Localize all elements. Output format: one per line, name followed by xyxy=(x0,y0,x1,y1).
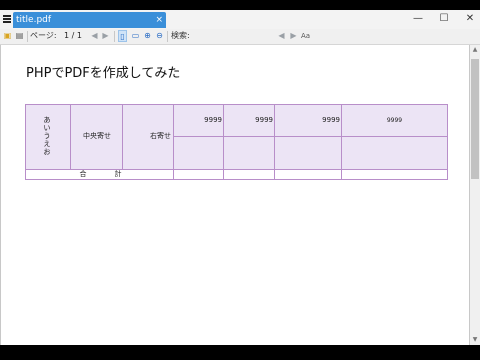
fit-width-icon[interactable]: ▭ xyxy=(131,30,140,42)
pdf-viewer-window: title.pdf × — ☐ ✕ ▣ ▤ ページ: 1 / 1 ◀ ▶ ▯ ▭… xyxy=(0,10,480,345)
maximize-button[interactable]: ☐ xyxy=(436,12,452,26)
minimize-button[interactable]: — xyxy=(410,12,426,26)
page-label: ページ: xyxy=(30,31,57,40)
pdf-page: PHPでPDFを作成してみた あ い う え お 中央寄せ 右寄せ 9999 9… xyxy=(1,45,469,345)
vertical-char: い xyxy=(43,124,51,132)
page-title: PHPでPDFを作成してみた xyxy=(26,66,181,81)
toolbar: ▣ ▤ ページ: 1 / 1 ◀ ▶ ▯ ▭ ⊕ ⊖ 検索: ◀ ▶ Aa xyxy=(0,29,480,45)
close-tab-icon[interactable]: × xyxy=(155,14,163,26)
document-tab[interactable]: title.pdf × xyxy=(13,12,166,28)
total-label-char: 合 xyxy=(79,170,87,178)
open-file-icon[interactable]: ▣ xyxy=(3,30,12,42)
center-aligned-cell: 中央寄せ xyxy=(83,132,111,140)
value-cell: 9999 xyxy=(322,116,340,124)
scroll-up-icon[interactable]: ▲ xyxy=(470,45,480,55)
search-label: 検索: xyxy=(171,31,190,40)
match-case-icon[interactable]: Aa xyxy=(301,30,310,42)
document-viewport[interactable]: PHPでPDFを作成してみた あ い う え お 中央寄せ 右寄せ 9999 9… xyxy=(0,45,470,345)
vertical-text-cell: あ い う え お xyxy=(41,116,53,156)
title-bar: title.pdf × — ☐ ✕ xyxy=(0,10,480,29)
next-result-icon[interactable]: ▶ xyxy=(289,30,298,42)
print-icon[interactable]: ▤ xyxy=(15,30,24,42)
total-label-char: 計 xyxy=(114,170,122,178)
hamburger-menu-icon[interactable] xyxy=(3,15,11,23)
right-aligned-cell: 右寄せ xyxy=(150,132,171,140)
vertical-char: う xyxy=(43,132,51,140)
vertical-scrollbar[interactable]: ▲ ▼ xyxy=(470,45,480,345)
fit-page-icon[interactable]: ▯ xyxy=(118,30,127,42)
page-number-input[interactable]: 1 / 1 xyxy=(56,30,90,41)
document-tab-label: title.pdf xyxy=(16,15,52,25)
zoom-in-icon[interactable]: ⊕ xyxy=(143,30,152,42)
vertical-char: あ xyxy=(43,116,51,124)
value-cell-small: 9999 xyxy=(386,117,403,124)
next-page-icon[interactable]: ▶ xyxy=(101,30,110,42)
previous-result-icon[interactable]: ◀ xyxy=(277,30,286,42)
value-cell: 9999 xyxy=(204,116,222,124)
window-close-button[interactable]: ✕ xyxy=(462,12,478,26)
vertical-char: お xyxy=(43,148,51,156)
search-input[interactable] xyxy=(191,31,271,41)
vertical-char: え xyxy=(43,140,51,148)
previous-page-icon[interactable]: ◀ xyxy=(90,30,99,42)
zoom-out-icon[interactable]: ⊖ xyxy=(155,30,164,42)
value-cell: 9999 xyxy=(255,116,273,124)
scrollbar-thumb[interactable] xyxy=(471,59,479,179)
scroll-down-icon[interactable]: ▼ xyxy=(470,335,480,345)
